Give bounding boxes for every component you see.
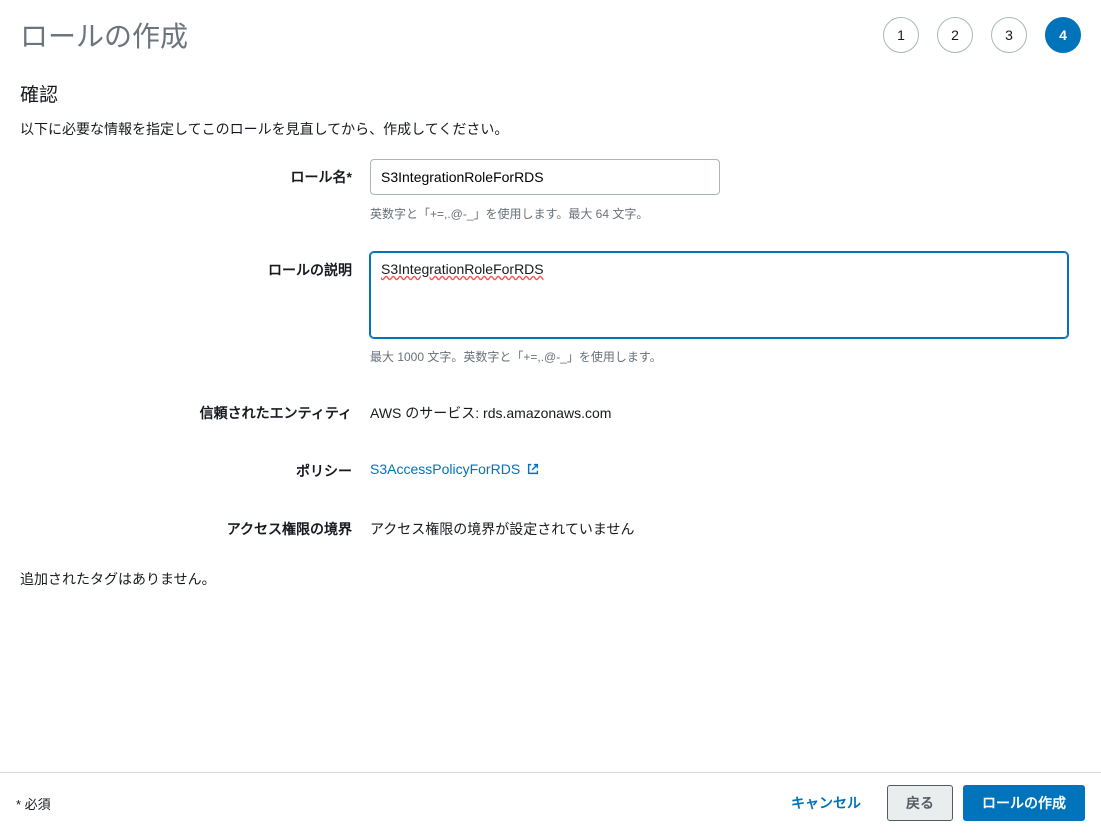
stepper: 1 2 3 4 — [883, 17, 1081, 53]
footer: * 必須 キャンセル 戻る ロールの作成 — [0, 772, 1101, 833]
create-role-button[interactable]: ロールの作成 — [963, 785, 1085, 821]
no-tags-message: 追加されたタグはありません。 — [0, 569, 1101, 589]
permissions-boundary-label: アクセス権限の境界 — [0, 511, 370, 539]
back-button[interactable]: 戻る — [887, 785, 953, 821]
policy-link-text: S3AccessPolicyForRDS — [370, 461, 520, 477]
external-link-icon — [526, 462, 540, 476]
step-3[interactable]: 3 — [991, 17, 1027, 53]
trusted-entities-label: 信頼されたエンティティ — [0, 395, 370, 423]
step-4[interactable]: 4 — [1045, 17, 1081, 53]
role-name-input[interactable] — [370, 159, 720, 195]
role-description-help: 最大 1000 文字。英数字と「+=,.@-_」を使用します。 — [370, 348, 1081, 365]
role-name-help: 英数字と「+=,.@-_」を使用します。最大 64 文字。 — [370, 205, 1081, 222]
trusted-entities-value: AWS のサービス: rds.amazonaws.com — [370, 395, 1081, 423]
policy-link[interactable]: S3AccessPolicyForRDS — [370, 453, 540, 477]
role-name-label: ロール名* — [0, 159, 370, 187]
required-note: * 必須 — [16, 794, 51, 813]
page-title: ロールの作成 — [20, 15, 188, 55]
policies-label: ポリシー — [0, 453, 370, 481]
permissions-boundary-value: アクセス権限の境界が設定されていません — [370, 511, 1081, 539]
role-description-label: ロールの説明 — [0, 252, 370, 280]
cancel-button[interactable]: キャンセル — [775, 785, 877, 821]
step-2[interactable]: 2 — [937, 17, 973, 53]
instruction-text: 以下に必要な情報を指定してこのロールを見直してから、作成してください。 — [0, 119, 1101, 159]
section-title: 確認 — [0, 55, 1101, 119]
step-1[interactable]: 1 — [883, 17, 919, 53]
role-description-input[interactable]: S3IntegrationRoleForRDS — [370, 252, 1068, 338]
